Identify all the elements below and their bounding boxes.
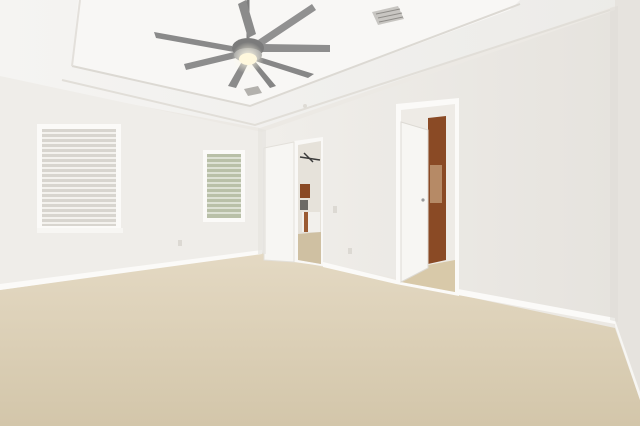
smoke-detector (303, 104, 307, 108)
electrical-outlet-icon (348, 248, 352, 254)
kitchen-doorway (263, 137, 323, 266)
open-door (263, 141, 295, 263)
hallway-doorway (396, 98, 459, 296)
bedroom-photo (0, 0, 640, 426)
light-switch (333, 206, 337, 213)
electrical-outlet-icon (178, 240, 182, 246)
left-window (37, 124, 123, 233)
middle-window (203, 150, 245, 222)
light-bulb (239, 53, 257, 65)
open-door (400, 121, 429, 283)
door-knob (421, 198, 425, 202)
